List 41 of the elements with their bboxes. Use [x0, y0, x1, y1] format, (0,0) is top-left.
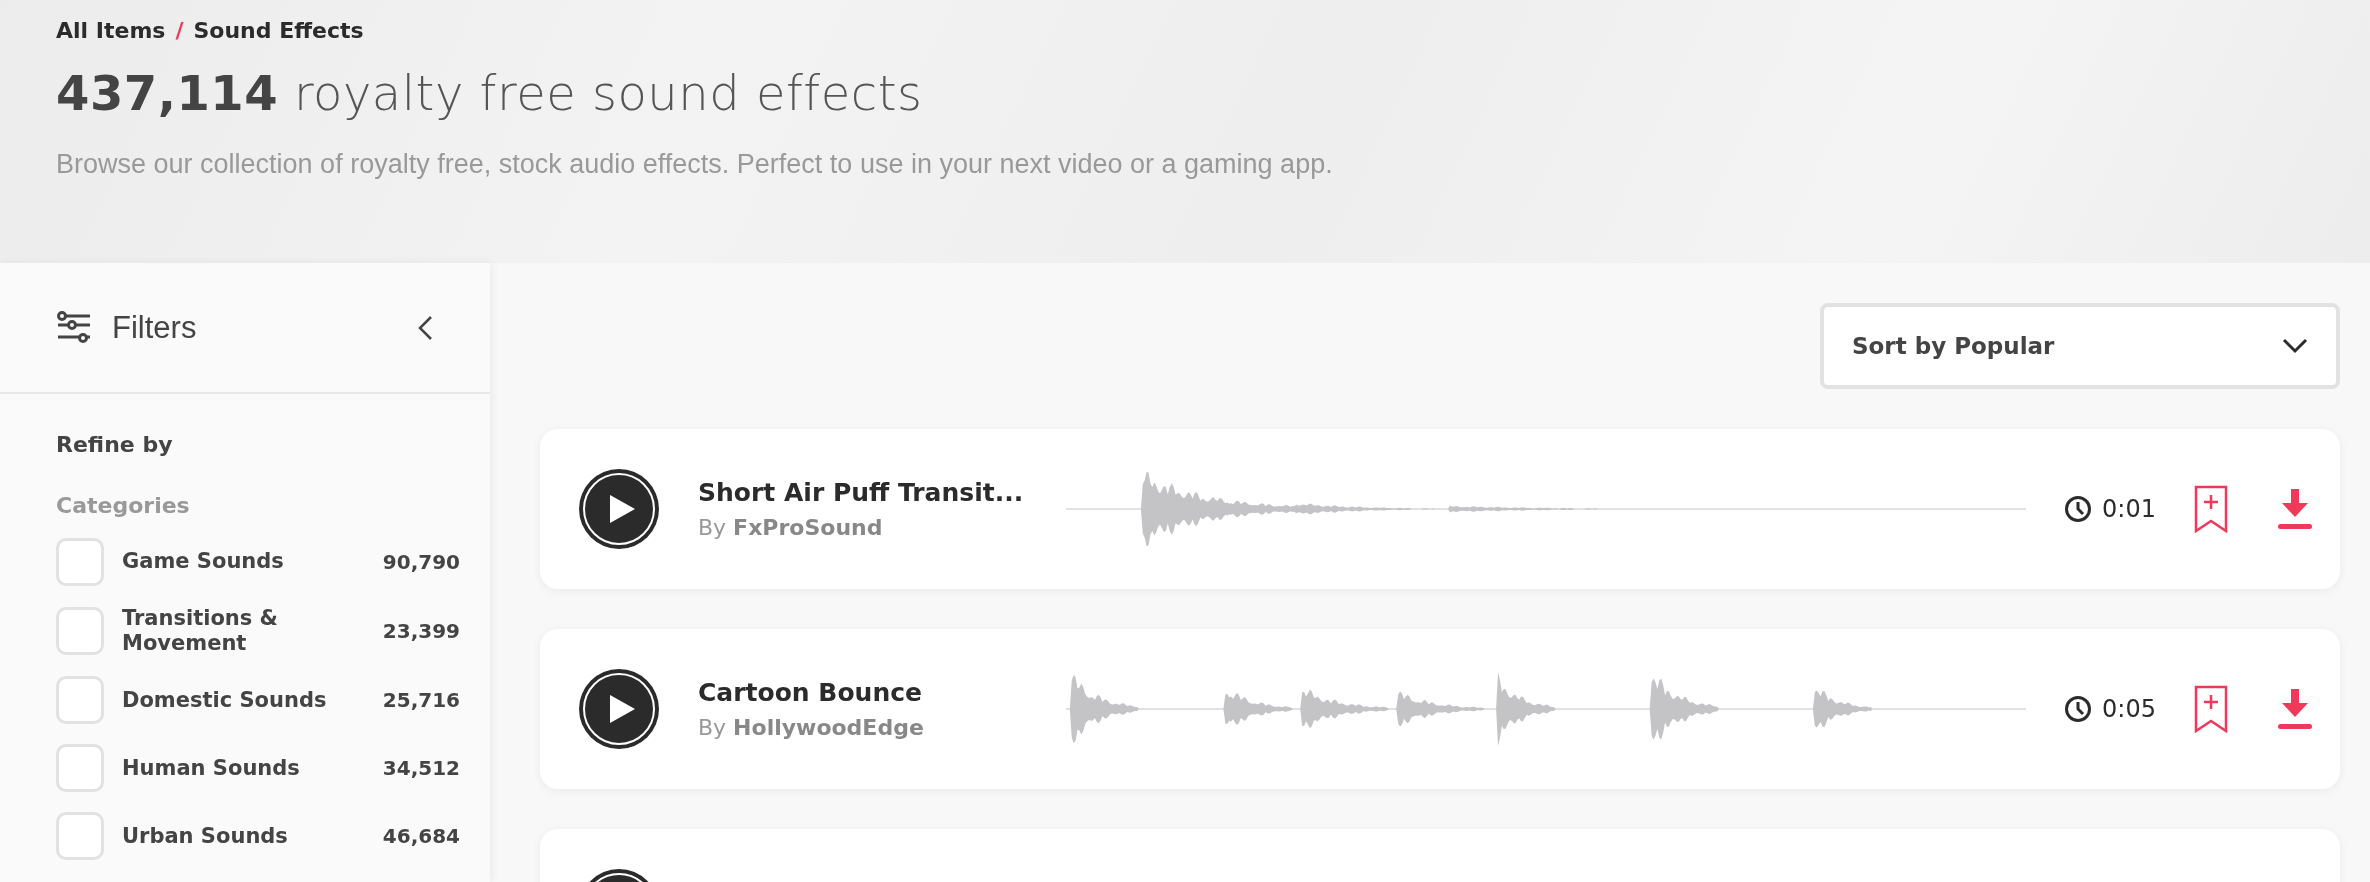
- clock-icon: [2064, 495, 2093, 523]
- filter-sliders-icon: [56, 310, 90, 345]
- sound-author: By HollywoodEdge: [698, 715, 925, 740]
- category-checkbox[interactable]: [56, 607, 104, 656]
- sound-title[interactable]: Cartoon Bounce: [698, 678, 1028, 707]
- category-checkbox[interactable]: [56, 676, 104, 725]
- category-label: Urban Sounds: [122, 823, 289, 849]
- category-label: Game Sounds: [122, 549, 285, 575]
- category-count: 23,399: [382, 619, 460, 644]
- page-heading: 437,114 royalty free sound effects: [56, 65, 924, 121]
- collapse-chevron-icon[interactable]: [416, 313, 434, 342]
- chevron-down-icon: [2282, 338, 2308, 354]
- bookmark-add-icon[interactable]: [2194, 485, 2228, 533]
- page-description: Browse our collection of royalty free, stock audio effects. Perfect to use in your next video or a gaming app.: [56, 149, 1334, 180]
- category-checkbox[interactable]: [56, 744, 104, 793]
- play-button[interactable]: [578, 668, 660, 750]
- category-count: 90,790: [382, 550, 460, 574]
- sound-duration: 0:01: [2102, 495, 2156, 523]
- breadcrumb-separator: /: [175, 18, 184, 43]
- category-label: Human Sounds: [122, 755, 301, 781]
- bookmark-add-icon[interactable]: [2194, 685, 2228, 733]
- category-count: 34,512: [382, 756, 460, 781]
- category-label: Domestic Sounds: [122, 687, 328, 713]
- filters-title: Filters: [112, 309, 198, 346]
- category-label: Transitions & Movement: [122, 606, 279, 657]
- categories-heading: Categories: [56, 493, 191, 518]
- refine-heading: Refine by: [56, 432, 174, 457]
- download-icon[interactable]: [2276, 487, 2314, 531]
- sound-author: By FxProSound: [698, 515, 884, 540]
- breadcrumb-link[interactable]: All Items: [56, 18, 166, 43]
- clock-icon: [2064, 695, 2093, 723]
- download-icon[interactable]: [2276, 687, 2314, 731]
- category-count: 25,716: [382, 688, 460, 713]
- play-button[interactable]: [578, 468, 660, 550]
- category-count: 46,684: [382, 824, 460, 849]
- sound-title[interactable]: Short Air Puff Transit...: [698, 478, 1028, 507]
- sort-dropdown[interactable]: Sort by Popular: [1820, 303, 2340, 389]
- category-checkbox[interactable]: [56, 538, 104, 586]
- sound-duration: 0:05: [2102, 695, 2156, 723]
- category-checkbox[interactable]: [56, 812, 104, 861]
- breadcrumb-link[interactable]: Sound Effects: [193, 18, 364, 43]
